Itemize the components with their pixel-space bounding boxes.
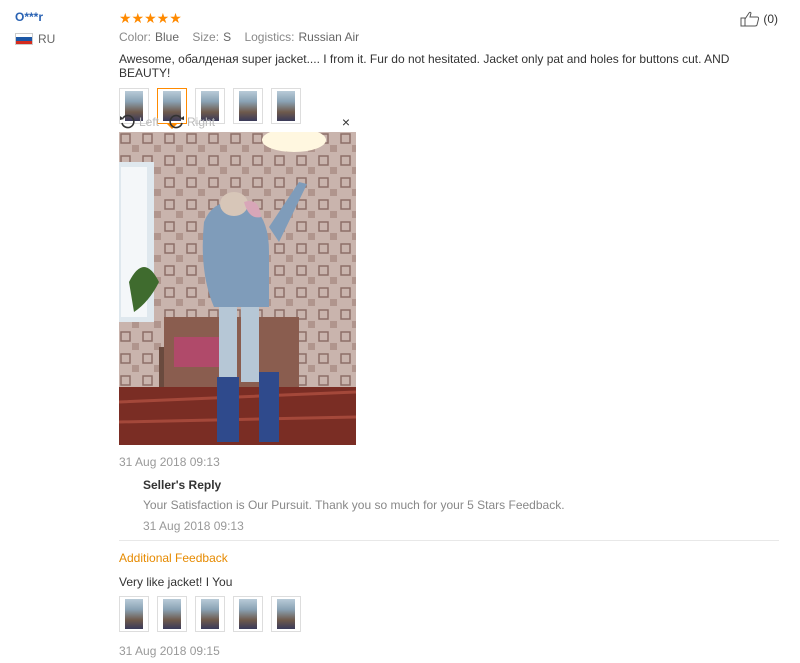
size-value: S: [223, 30, 232, 44]
logistics-label: Logistics:: [244, 30, 295, 44]
color-label: Color:: [119, 30, 152, 44]
size-label: Size:: [192, 30, 220, 44]
review-timestamp: 31 Aug 2018 09:13: [119, 455, 220, 469]
reviewer-info: O***r RU: [15, 10, 55, 46]
seller-reply-title: Seller's Reply: [143, 478, 222, 492]
divider: [119, 540, 779, 541]
thumbnail-image: [163, 599, 181, 629]
additional-photo-thumbnail-3[interactable]: [195, 596, 225, 632]
review-photo-large: [119, 132, 356, 445]
thumbnail-image: [125, 599, 143, 629]
thumbnail-image: [277, 599, 295, 629]
rotate-left-button[interactable]: Left: [119, 114, 159, 130]
photo-viewer: Left Right ×: [119, 112, 356, 445]
additional-photo-thumbnail-5[interactable]: [271, 596, 301, 632]
rotate-right-label: Right: [187, 115, 216, 129]
rotate-left-icon: [120, 114, 135, 129]
additional-feedback-timestamp: 31 Aug 2018 09:15: [119, 644, 220, 658]
additional-feedback-thumbnails: [119, 596, 309, 632]
color-value: Blue: [155, 30, 180, 44]
rotate-right-icon: [169, 114, 185, 129]
additional-feedback-title: Additional Feedback: [119, 551, 228, 565]
additional-photo-thumbnail-1[interactable]: [119, 596, 149, 632]
seller-reply: Seller's Reply Your Satisfaction is Our …: [143, 478, 783, 533]
thumbnail-image: [239, 599, 257, 629]
star-rating: ★★★★★: [119, 10, 182, 26]
rotate-left-label: Left: [139, 115, 160, 129]
additional-photo-thumbnail-4[interactable]: [233, 596, 263, 632]
reviewer-name[interactable]: O***r: [15, 10, 55, 24]
viewer-toolbar: Left Right ×: [119, 112, 356, 132]
seller-reply-text: Your Satisfaction is Our Pursuit. Thank …: [143, 498, 565, 512]
review-photo-image: [119, 132, 356, 445]
rotate-right-button[interactable]: Right: [167, 114, 215, 130]
russia-flag-icon: [15, 33, 33, 45]
order-attributes: Color: Blue Size: S Logistics: Russian Air: [119, 30, 779, 44]
country-code: RU: [38, 32, 56, 46]
seller-reply-timestamp: 31 Aug 2018 09:13: [143, 519, 244, 533]
additional-feedback-text: Very like jacket! I You: [119, 575, 233, 589]
review-body: ★★★★★ Color: Blue Size: S Logistics: Russia…: [119, 10, 779, 129]
logistics-value: Russian Air: [298, 30, 360, 44]
close-viewer-button[interactable]: ×: [342, 114, 350, 130]
additional-photo-thumbnail-2[interactable]: [157, 596, 187, 632]
thumbnail-image: [201, 599, 219, 629]
review-text: Awesome, обалденая super jacket.... I fr…: [119, 52, 730, 80]
reviewer-country: RU: [15, 32, 55, 46]
